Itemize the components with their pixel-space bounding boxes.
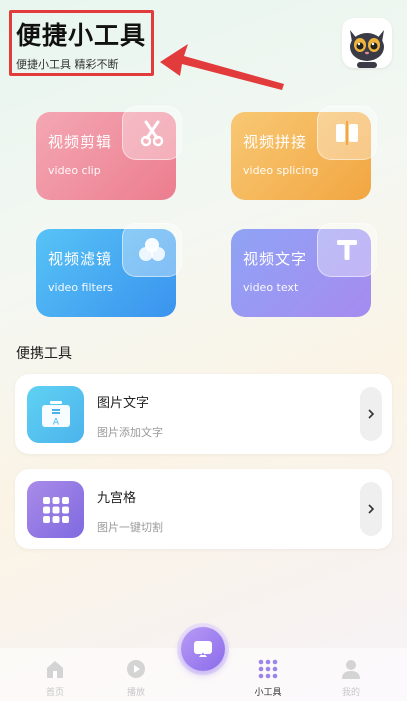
avatar[interactable] bbox=[342, 18, 392, 68]
tab-label: 首页 bbox=[45, 688, 64, 698]
tool-item-nine-grid[interactable]: 九宫格 图片一键切割 bbox=[15, 469, 392, 549]
video-filters-card[interactable]: 视频滤镜 video filters bbox=[36, 223, 182, 317]
video-text-card[interactable]: 视频文字 video text bbox=[231, 223, 377, 317]
tab-label: 小工具 bbox=[254, 688, 282, 698]
chevron-right-icon[interactable] bbox=[360, 387, 382, 441]
split-icon bbox=[317, 106, 377, 160]
tool-name: 图片文字 bbox=[97, 396, 150, 411]
filters-icon bbox=[122, 223, 182, 277]
annotation-arrow-icon bbox=[160, 44, 284, 90]
image-text-icon: A bbox=[27, 386, 84, 443]
page-title: 便捷小工具 bbox=[16, 21, 147, 50]
text-icon bbox=[317, 223, 377, 277]
tab-label: 播放 bbox=[126, 688, 145, 698]
card-title: 视频滤镜 bbox=[48, 250, 113, 268]
tab-mine[interactable]: 我的 bbox=[311, 648, 391, 701]
card-title: 视频剪辑 bbox=[48, 133, 113, 151]
tab-home[interactable]: 首页 bbox=[15, 648, 95, 701]
card-title: 视频拼接 bbox=[243, 133, 308, 151]
tab-label: 我的 bbox=[341, 688, 360, 698]
tab-tools[interactable]: 小工具 bbox=[228, 648, 308, 701]
card-subtitle: video splicing bbox=[243, 164, 319, 177]
play-icon bbox=[127, 660, 145, 678]
scissors-icon bbox=[122, 106, 182, 160]
tool-name: 九宫格 bbox=[97, 491, 137, 506]
tab-play[interactable]: 播放 bbox=[96, 648, 176, 701]
cat-avatar-icon bbox=[350, 30, 384, 68]
screen-cast-icon bbox=[194, 641, 212, 657]
page-subtitle: 便捷小工具 精彩不断 bbox=[16, 58, 119, 71]
tool-description: 图片添加文字 bbox=[97, 426, 163, 439]
section-title: 便携工具 bbox=[16, 346, 72, 362]
center-action-button[interactable] bbox=[181, 627, 225, 671]
video-clip-card[interactable]: 视频剪辑 video clip bbox=[36, 106, 182, 200]
video-splicing-card[interactable]: 视频拼接 video splicing bbox=[231, 106, 377, 200]
chevron-right-icon[interactable] bbox=[360, 482, 382, 536]
user-icon bbox=[342, 660, 360, 679]
tool-description: 图片一键切割 bbox=[97, 521, 163, 534]
card-subtitle: video clip bbox=[48, 164, 101, 177]
card-title: 视频文字 bbox=[243, 250, 308, 268]
tools-grid-icon bbox=[258, 659, 278, 679]
card-subtitle: video filters bbox=[48, 281, 113, 294]
tool-item-image-text[interactable]: A 图片文字 图片添加文字 bbox=[15, 374, 392, 454]
grid-icon bbox=[27, 481, 84, 538]
home-icon bbox=[47, 661, 63, 678]
card-subtitle: video text bbox=[243, 281, 299, 294]
svg-text:A: A bbox=[52, 417, 59, 427]
